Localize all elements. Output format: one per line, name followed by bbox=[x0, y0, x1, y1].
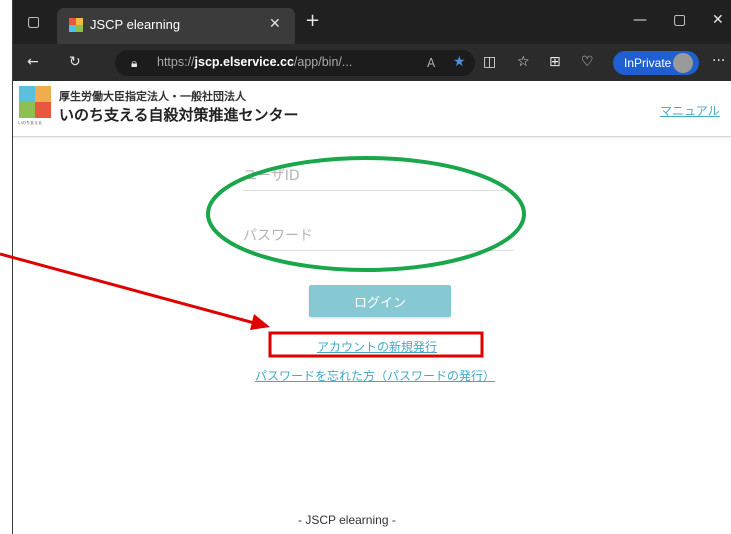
annotation-overlay bbox=[0, 156, 526, 358]
highlight-ellipse bbox=[206, 156, 526, 272]
pointer-arrow-head bbox=[250, 314, 270, 330]
highlight-box bbox=[268, 331, 484, 358]
pointer-arrow-line bbox=[0, 252, 259, 326]
